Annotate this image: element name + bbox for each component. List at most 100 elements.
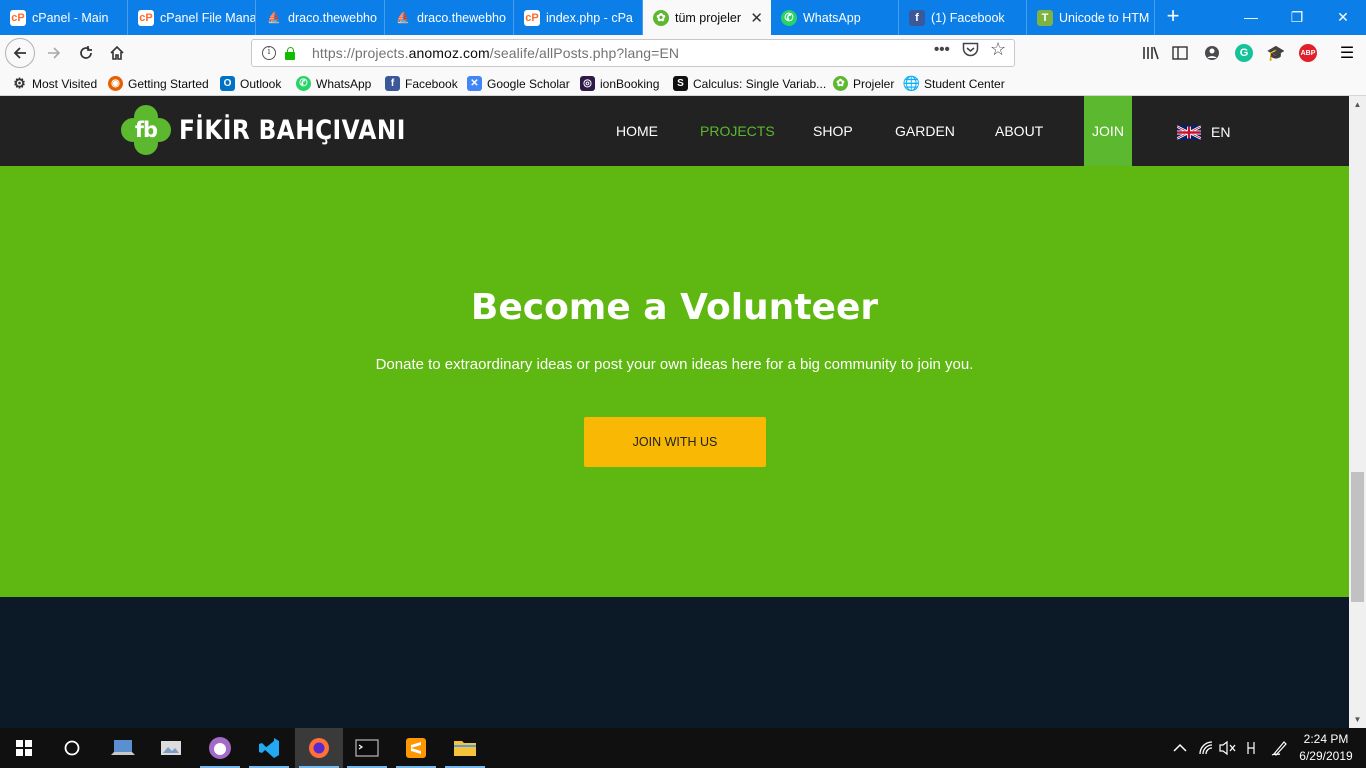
extension-cap-icon[interactable]: 🎓 [1267, 44, 1286, 62]
tab-cpanel-main[interactable]: cP cPanel - Main [0, 0, 128, 35]
taskbar-app-file-explorer[interactable] [441, 728, 489, 768]
home-button[interactable] [103, 39, 131, 67]
bookmark-google-scholar[interactable]: ✕ Google Scholar [467, 75, 570, 92]
site-logo[interactable]: fb FİKİR BAHÇIVANI [121, 105, 443, 155]
adblock-plus-icon[interactable]: ABP [1299, 44, 1317, 62]
tab-draco-1[interactable]: ⛵ draco.thewebho [256, 0, 385, 35]
grammarly-icon[interactable]: G [1235, 44, 1253, 62]
info-icon[interactable]: i [262, 46, 276, 60]
restore-button[interactable]: ❐ [1274, 0, 1320, 35]
tab-label: index.php - cPa [546, 10, 633, 25]
page-actions-icon[interactable]: ••• [934, 41, 950, 58]
library-icon[interactable] [1142, 44, 1160, 62]
pocket-icon[interactable] [962, 42, 979, 61]
tab-label: cPanel - Main [32, 10, 109, 25]
new-tab-button[interactable]: + [1160, 4, 1186, 30]
system-clock[interactable]: 2:24 PM 6/29/2019 [1296, 731, 1356, 765]
globe-icon: 🌐 [902, 75, 921, 91]
network-icon[interactable] [1198, 740, 1216, 759]
bookmark-ionbooking[interactable]: ◎ ionBooking [580, 75, 659, 92]
taskbar-app-sublime[interactable] [392, 728, 440, 768]
tab-draco-2[interactable]: ⛵ draco.thewebho [385, 0, 514, 35]
menu-home[interactable]: HOME [616, 96, 658, 166]
bookmark-calculus[interactable]: S Calculus: Single Variab... [673, 75, 826, 92]
sailboat-icon: ⛵ [267, 12, 281, 24]
bookmark-whatsapp[interactable]: ✆ WhatsApp [296, 75, 371, 92]
close-window-button[interactable]: ✕ [1320, 0, 1366, 35]
ion-icon: ◎ [580, 76, 595, 91]
vscode-icon [259, 738, 279, 758]
back-arrow-icon [13, 47, 26, 59]
menu-shop[interactable]: SHOP [813, 96, 853, 166]
menu-join[interactable]: JOIN [1084, 96, 1132, 166]
bookmark-student-center[interactable]: 🌐 Student Center [902, 75, 1005, 92]
t-icon: T [1037, 9, 1053, 26]
taskbar-app-github[interactable] [196, 728, 244, 768]
account-icon[interactable] [1203, 44, 1221, 62]
close-tab-icon[interactable]: ✕ [750, 9, 763, 27]
menu-garden[interactable]: GARDEN [895, 96, 955, 166]
taskbar-app-firefox[interactable] [295, 728, 343, 768]
taskbar-app-photos[interactable] [147, 728, 195, 768]
tab-tum-projeler[interactable]: ✿ tüm projeler ✕ [643, 0, 771, 35]
photos-icon [161, 741, 181, 755]
laptop-icon [111, 740, 135, 755]
scroll-up-icon[interactable]: ▲ [1349, 96, 1366, 113]
bookmark-star-icon[interactable]: ☆ [990, 39, 1006, 60]
reload-button[interactable] [72, 39, 100, 67]
start-button[interactable] [0, 728, 48, 768]
tab-whatsapp[interactable]: ✆ WhatsApp [771, 0, 899, 35]
minimize-button[interactable]: — [1228, 0, 1274, 35]
tab-label: draco.thewebho [417, 10, 506, 25]
language-indicator-icon[interactable] [1246, 740, 1258, 759]
outlook-icon: O [220, 76, 235, 91]
bookmark-facebook[interactable]: f Facebook [385, 75, 458, 92]
address-bar[interactable]: i https://projects.anomoz.com/sealife/al… [251, 39, 1015, 67]
tab-index-php[interactable]: cP index.php - cPa [514, 0, 643, 35]
lock-icon[interactable] [284, 46, 296, 60]
url-text[interactable]: https://projects.anomoz.com/sealife/allP… [312, 45, 679, 61]
page-scrollbar[interactable]: ▲ ▼ [1349, 96, 1366, 728]
windows-logo-icon [16, 740, 32, 756]
menu-about[interactable]: ABOUT [995, 96, 1043, 166]
tab-label: draco.thewebho [288, 10, 377, 25]
menu-hamburger-icon[interactable]: ☰ [1338, 44, 1356, 62]
clock-time: 2:24 PM [1303, 732, 1349, 746]
bookmark-getting-started[interactable]: ◉ Getting Started [108, 75, 209, 92]
tab-facebook[interactable]: f (1) Facebook [899, 0, 1027, 35]
windows-taskbar: 2:24 PM 6/29/2019 [0, 728, 1366, 768]
taskbar-app-laptop[interactable] [99, 728, 147, 768]
sailboat-icon: ⛵ [396, 12, 410, 24]
tab-unicode-to-html[interactable]: T Unicode to HTM [1027, 0, 1155, 35]
facebook-icon: f [909, 9, 925, 26]
firefox-icon [309, 738, 329, 758]
taskbar-app-terminal[interactable] [343, 728, 391, 768]
navigation-toolbar: i https://projects.anomoz.com/sealife/al… [0, 35, 1366, 71]
cpanel-icon: cP [138, 9, 154, 26]
sublime-text-icon [406, 738, 426, 758]
menu-projects[interactable]: PROJECTS [700, 96, 775, 166]
facebook-icon: f [385, 76, 400, 91]
web-page: fb FİKİR BAHÇIVANI HOME PROJECTS SHOP GA… [0, 96, 1349, 728]
uk-flag-icon [1177, 124, 1201, 140]
taskbar-app-vscode[interactable] [245, 728, 293, 768]
forward-arrow-icon [48, 47, 61, 59]
scroll-down-icon[interactable]: ▼ [1349, 711, 1366, 728]
join-with-us-button[interactable]: JOIN WITH US [584, 417, 766, 467]
volunteer-section: Become a Volunteer Donate to extraordina… [0, 166, 1349, 597]
folder-icon [454, 741, 476, 756]
bookmark-most-visited[interactable]: ⚙ Most Visited [12, 75, 97, 92]
cortana-button[interactable] [48, 728, 96, 768]
volume-muted-icon[interactable] [1219, 740, 1237, 759]
tab-cpanel-file-manager[interactable]: cP cPanel File Mana [128, 0, 256, 35]
back-button[interactable] [5, 38, 35, 68]
language-switcher[interactable]: EN [1177, 124, 1230, 140]
gear-icon: ⚙ [13, 75, 26, 91]
pen-ink-icon[interactable] [1271, 740, 1289, 759]
forward-button[interactable] [40, 39, 68, 67]
sidebar-icon[interactable] [1171, 44, 1189, 62]
bookmark-outlook[interactable]: O Outlook [220, 75, 281, 92]
bookmark-projeler[interactable]: ✿ Projeler [833, 75, 894, 92]
scrollbar-thumb[interactable] [1351, 472, 1364, 602]
show-hidden-icons-icon[interactable] [1173, 740, 1187, 756]
